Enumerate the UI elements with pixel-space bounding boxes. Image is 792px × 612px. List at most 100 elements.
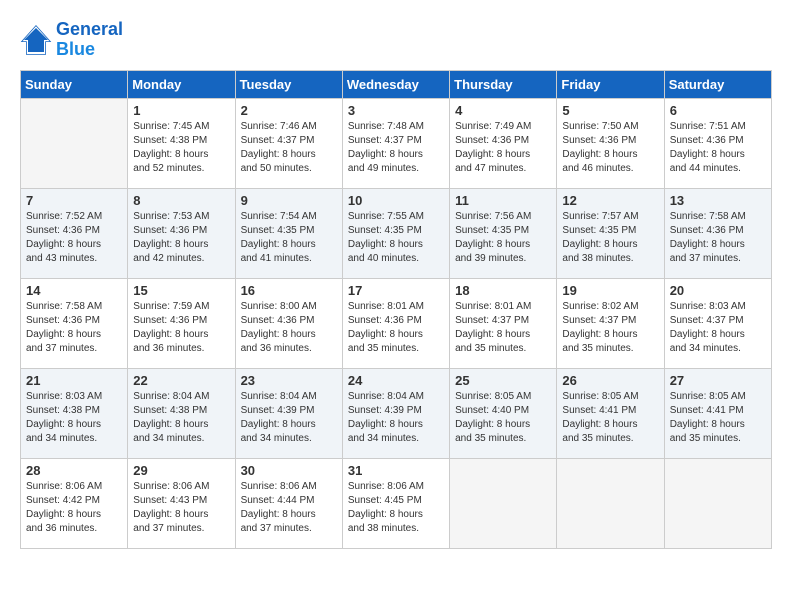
day-number: 10 — [348, 193, 444, 208]
day-info: Sunrise: 7:56 AMSunset: 4:35 PMDaylight:… — [455, 210, 551, 266]
day-number: 9 — [241, 193, 337, 208]
day-info: Sunrise: 8:01 AMSunset: 4:36 PMDaylight:… — [348, 300, 444, 356]
day-number: 19 — [562, 283, 658, 298]
day-info: Sunrise: 8:03 AMSunset: 4:37 PMDaylight:… — [670, 300, 766, 356]
calendar-day-cell: 5 Sunrise: 7:50 AMSunset: 4:36 PMDaylight… — [557, 98, 664, 188]
calendar-day-cell: 7Sunrise: 7:52 AMSunset: 4:36 PMDaylight… — [21, 188, 128, 278]
day-number: 11 — [455, 193, 551, 208]
calendar-day-cell — [557, 458, 664, 548]
day-number: 22 — [133, 373, 229, 388]
calendar-day-cell: 14 Sunrise: 7:58 AMSunset: 4:36 PMDayligh… — [21, 278, 128, 368]
day-info: Sunrise: 8:00 AMSunset: 4:36 PMDaylight:… — [241, 300, 337, 356]
logo-text: General Blue — [56, 20, 123, 60]
day-info: Sunrise: 7:50 AMSunset: 4:36 PMDaylight:… — [562, 120, 658, 176]
day-number: 30 — [241, 463, 337, 478]
day-number: 16 — [241, 283, 337, 298]
calendar-day-cell: 16 Sunrise: 8:00 AMSunset: 4:36 PMDayligh… — [235, 278, 342, 368]
day-info: Sunrise: 8:03 AMSunset: 4:38 PMDaylight:… — [26, 390, 122, 446]
day-number: 31 — [348, 463, 444, 478]
calendar-week-row: 1Sunrise: 7:45 AMSunset: 4:38 PMDaylight… — [21, 98, 772, 188]
day-info: Sunrise: 8:06 AMSunset: 4:42 PMDaylight:… — [26, 480, 122, 536]
calendar-day-cell: 3 Sunrise: 7:48 AMSunset: 4:37 PMDaylight… — [342, 98, 449, 188]
weekday-header: Saturday — [664, 70, 771, 98]
day-info: Sunrise: 8:06 AMSunset: 4:45 PMDaylight:… — [348, 480, 444, 536]
day-number: 25 — [455, 373, 551, 388]
day-number: 6 — [670, 103, 766, 118]
calendar-day-cell: 27 Sunrise: 8:05 AMSunset: 4:41 PMDayligh… — [664, 368, 771, 458]
day-info: Sunrise: 8:06 AMSunset: 4:44 PMDaylight:… — [241, 480, 337, 536]
day-number: 27 — [670, 373, 766, 388]
logo: General Blue — [20, 20, 123, 60]
day-info: Sunrise: 7:59 AMSunset: 4:36 PMDaylight:… — [133, 300, 229, 356]
day-info: Sunrise: 7:58 AMSunset: 4:36 PMDaylight:… — [26, 300, 122, 356]
calendar-day-cell — [450, 458, 557, 548]
day-info: Sunrise: 8:05 AMSunset: 4:41 PMDaylight:… — [562, 390, 658, 446]
calendar-day-cell: 24 Sunrise: 8:04 AMSunset: 4:39 PMDayligh… — [342, 368, 449, 458]
calendar-day-cell: 19 Sunrise: 8:02 AMSunset: 4:37 PMDayligh… — [557, 278, 664, 368]
page-header: General Blue — [20, 20, 772, 60]
day-info: Sunrise: 7:57 AMSunset: 4:35 PMDaylight:… — [562, 210, 658, 266]
calendar-table: SundayMondayTuesdayWednesdayThursdayFrid… — [20, 70, 772, 549]
calendar-day-cell: 30 Sunrise: 8:06 AMSunset: 4:44 PMDayligh… — [235, 458, 342, 548]
calendar-day-cell: 22Sunrise: 8:04 AMSunset: 4:38 PMDayligh… — [128, 368, 235, 458]
day-number: 24 — [348, 373, 444, 388]
calendar-day-cell: 9 Sunrise: 7:54 AMSunset: 4:35 PMDaylight… — [235, 188, 342, 278]
day-info: Sunrise: 7:51 AMSunset: 4:36 PMDaylight:… — [670, 120, 766, 176]
calendar-week-row: 28 Sunrise: 8:06 AMSunset: 4:42 PMDayligh… — [21, 458, 772, 548]
calendar-day-cell: 26 Sunrise: 8:05 AMSunset: 4:41 PMDayligh… — [557, 368, 664, 458]
day-info: Sunrise: 8:05 AMSunset: 4:40 PMDaylight:… — [455, 390, 551, 446]
calendar-week-row: 14 Sunrise: 7:58 AMSunset: 4:36 PMDayligh… — [21, 278, 772, 368]
day-info: Sunrise: 7:49 AMSunset: 4:36 PMDaylight:… — [455, 120, 551, 176]
calendar-week-row: 21 Sunrise: 8:03 AMSunset: 4:38 PMDayligh… — [21, 368, 772, 458]
day-info: Sunrise: 7:58 AMSunset: 4:36 PMDaylight:… — [670, 210, 766, 266]
day-number: 13 — [670, 193, 766, 208]
weekday-header: Friday — [557, 70, 664, 98]
day-info: Sunrise: 8:05 AMSunset: 4:41 PMDaylight:… — [670, 390, 766, 446]
day-number: 20 — [670, 283, 766, 298]
calendar-day-cell: 17 Sunrise: 8:01 AMSunset: 4:36 PMDayligh… — [342, 278, 449, 368]
day-number: 8 — [133, 193, 229, 208]
day-info: Sunrise: 7:52 AMSunset: 4:36 PMDaylight:… — [26, 210, 122, 266]
calendar-day-cell: 1Sunrise: 7:45 AMSunset: 4:38 PMDaylight… — [128, 98, 235, 188]
logo-icon — [20, 24, 52, 56]
day-number: 5 — [562, 103, 658, 118]
calendar-day-cell: 13 Sunrise: 7:58 AMSunset: 4:36 PMDayligh… — [664, 188, 771, 278]
calendar-day-cell: 18 Sunrise: 8:01 AMSunset: 4:37 PMDayligh… — [450, 278, 557, 368]
day-info: Sunrise: 7:54 AMSunset: 4:35 PMDaylight:… — [241, 210, 337, 266]
day-info: Sunrise: 8:02 AMSunset: 4:37 PMDaylight:… — [562, 300, 658, 356]
day-info: Sunrise: 7:45 AMSunset: 4:38 PMDaylight:… — [133, 120, 229, 176]
calendar-day-cell: 8 Sunrise: 7:53 AMSunset: 4:36 PMDaylight… — [128, 188, 235, 278]
calendar-day-cell: 28 Sunrise: 8:06 AMSunset: 4:42 PMDayligh… — [21, 458, 128, 548]
day-info: Sunrise: 8:04 AMSunset: 4:39 PMDaylight:… — [241, 390, 337, 446]
day-info: Sunrise: 7:53 AMSunset: 4:36 PMDaylight:… — [133, 210, 229, 266]
calendar-day-cell: 10 Sunrise: 7:55 AMSunset: 4:35 PMDayligh… — [342, 188, 449, 278]
day-number: 21 — [26, 373, 122, 388]
day-number: 18 — [455, 283, 551, 298]
day-number: 4 — [455, 103, 551, 118]
calendar-day-cell: 12 Sunrise: 7:57 AMSunset: 4:35 PMDayligh… — [557, 188, 664, 278]
day-info: Sunrise: 8:01 AMSunset: 4:37 PMDaylight:… — [455, 300, 551, 356]
day-number: 2 — [241, 103, 337, 118]
day-number: 14 — [26, 283, 122, 298]
day-number: 23 — [241, 373, 337, 388]
calendar-day-cell — [21, 98, 128, 188]
day-number: 29 — [133, 463, 229, 478]
day-info: Sunrise: 7:48 AMSunset: 4:37 PMDaylight:… — [348, 120, 444, 176]
day-info: Sunrise: 7:46 AMSunset: 4:37 PMDaylight:… — [241, 120, 337, 176]
day-info: Sunrise: 7:55 AMSunset: 4:35 PMDaylight:… — [348, 210, 444, 266]
header-row: SundayMondayTuesdayWednesdayThursdayFrid… — [21, 70, 772, 98]
day-number: 26 — [562, 373, 658, 388]
calendar-day-cell: 29 Sunrise: 8:06 AMSunset: 4:43 PMDayligh… — [128, 458, 235, 548]
weekday-header: Thursday — [450, 70, 557, 98]
calendar-day-cell: 20 Sunrise: 8:03 AMSunset: 4:37 PMDayligh… — [664, 278, 771, 368]
day-number: 12 — [562, 193, 658, 208]
day-number: 17 — [348, 283, 444, 298]
day-info: Sunrise: 8:06 AMSunset: 4:43 PMDaylight:… — [133, 480, 229, 536]
weekday-header: Monday — [128, 70, 235, 98]
weekday-header: Wednesday — [342, 70, 449, 98]
calendar-day-cell: 21 Sunrise: 8:03 AMSunset: 4:38 PMDayligh… — [21, 368, 128, 458]
day-number: 3 — [348, 103, 444, 118]
calendar-day-cell: 23 Sunrise: 8:04 AMSunset: 4:39 PMDayligh… — [235, 368, 342, 458]
day-number: 28 — [26, 463, 122, 478]
day-info: Sunrise: 8:04 AMSunset: 4:39 PMDaylight:… — [348, 390, 444, 446]
